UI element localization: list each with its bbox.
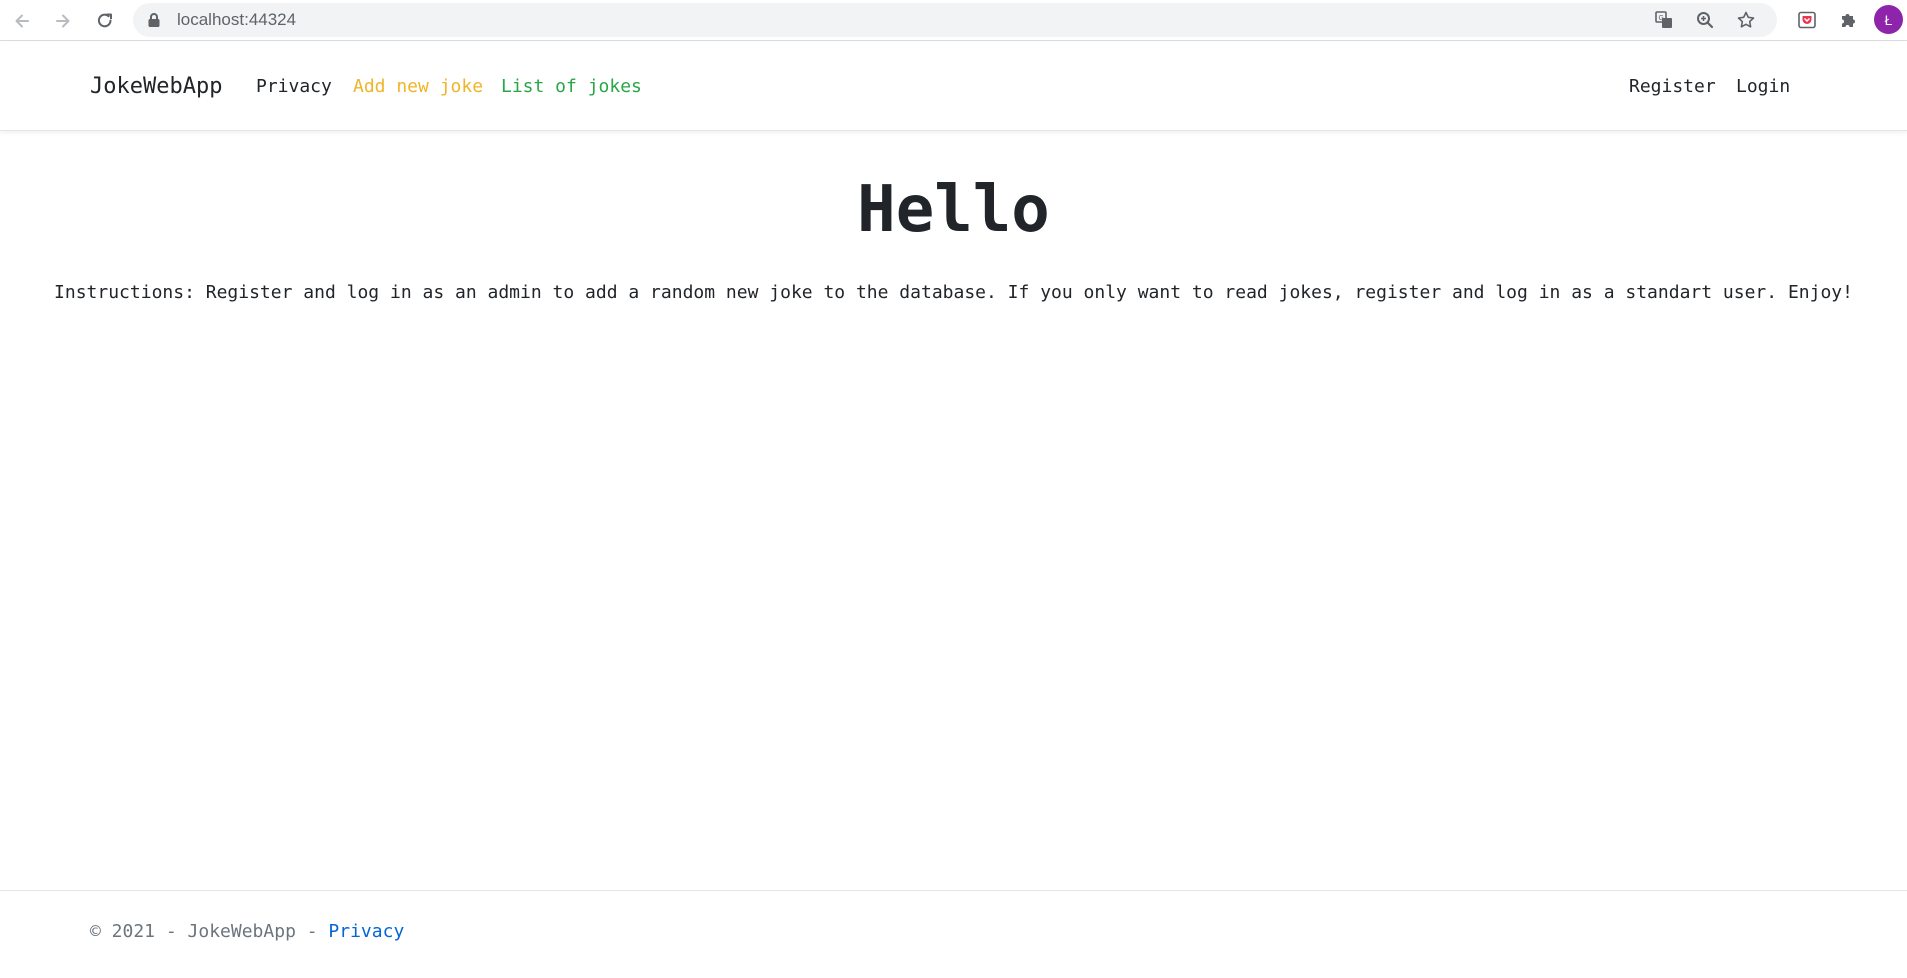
zoom-icon[interactable]	[1693, 8, 1717, 32]
reload-button[interactable]	[89, 5, 121, 37]
forward-arrow-icon	[53, 11, 73, 31]
back-button[interactable]	[6, 5, 38, 37]
footer-text: © 2021 - JokeWebApp - Privacy	[90, 919, 404, 945]
nav-link-privacy[interactable]: Privacy	[256, 42, 332, 131]
star-icon[interactable]	[1734, 8, 1758, 32]
instructions-text: Instructions: Register and log in as an …	[54, 282, 1853, 303]
nav-link-list-of-jokes[interactable]: List of jokes	[501, 42, 642, 131]
address-bar[interactable]: localhost:44324 G	[133, 3, 1777, 37]
translate-icon[interactable]: G	[1652, 8, 1676, 32]
lock-icon	[147, 12, 161, 32]
footer-privacy-link[interactable]: Privacy	[328, 921, 404, 942]
back-arrow-icon	[12, 11, 32, 31]
footer-copyright: © 2021 - JokeWebApp -	[90, 921, 329, 942]
profile-avatar[interactable]: Ł	[1874, 5, 1903, 34]
nav-link-register[interactable]: Register	[1629, 42, 1716, 131]
app-navbar: JokeWebApp Privacy Add new joke List of …	[0, 42, 1907, 131]
browser-toolbar: localhost:44324 G Ł	[0, 0, 1907, 41]
url-text: localhost:44324	[177, 10, 297, 29]
forward-button[interactable]	[47, 5, 79, 37]
brand-link[interactable]: JokeWebApp	[90, 42, 222, 131]
page-heading: Hello	[857, 173, 1050, 247]
pocket-icon[interactable]	[1794, 7, 1820, 33]
reload-icon	[95, 11, 115, 31]
nav-link-login[interactable]: Login	[1736, 42, 1790, 131]
svg-text:G: G	[1659, 15, 1664, 22]
nav-link-add-new-joke[interactable]: Add new joke	[353, 42, 483, 131]
footer: © 2021 - JokeWebApp - Privacy	[0, 890, 1907, 978]
puzzle-icon[interactable]	[1835, 7, 1861, 33]
